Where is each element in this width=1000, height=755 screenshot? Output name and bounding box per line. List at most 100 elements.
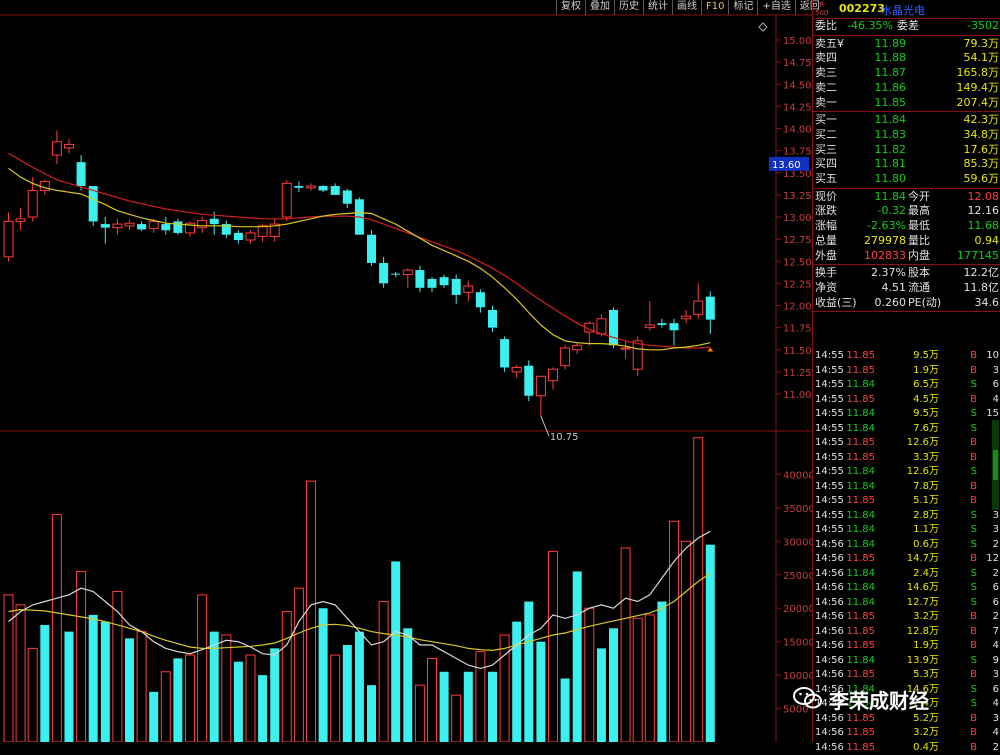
tick-price: 11.84 <box>846 523 875 538</box>
volume-bar <box>621 548 630 742</box>
tick-volume: 9.5万 <box>913 349 939 364</box>
info-value: 11.8亿 <box>964 281 1000 295</box>
tick-time: 14:55 <box>815 393 844 408</box>
tick-side: B <box>970 668 977 683</box>
tick-side: S <box>971 378 977 393</box>
stat-value: -0.32 <box>878 204 906 218</box>
ma-end-marker <box>707 348 713 352</box>
tick-side: B <box>970 364 977 379</box>
tick-price: 11.85 <box>846 393 875 408</box>
tick-time: 14:55 <box>815 422 844 437</box>
tick-price: 11.84 <box>846 465 875 480</box>
buy-label: 买一 <box>815 113 837 127</box>
candle-body <box>379 263 388 283</box>
price-tick-label: 11.75 <box>783 324 812 335</box>
candle-body <box>488 310 497 328</box>
panel-separator <box>813 311 1000 312</box>
tick-time: 14:55 <box>815 364 844 379</box>
sell-label: 卖二 <box>815 81 837 95</box>
panel-separator <box>813 35 1000 36</box>
tick-time: 14:56 <box>815 668 844 683</box>
tick-row: 14:5511.851.9万B3 <box>813 364 1000 379</box>
volume-bar <box>173 658 182 742</box>
candle-body <box>234 233 243 240</box>
tick-volume: 3.3万 <box>913 451 939 466</box>
candle-body <box>258 226 267 237</box>
volume-bar <box>609 628 618 742</box>
buy-row: 买二11.8334.8万 <box>813 128 1000 142</box>
price-tick-label: 12.50 <box>783 257 812 268</box>
tick-volume: 2.4万 <box>913 567 939 582</box>
volume-bar <box>488 672 497 742</box>
tick-price: 11.84 <box>846 378 875 393</box>
tick-side: B <box>970 741 977 755</box>
volume-bar <box>113 592 122 743</box>
info-row: 净资4.51流通11.8亿 <box>813 281 1000 295</box>
tick-row: 14:5511.847.8万B4 <box>813 480 1000 495</box>
price-tick-label: 14.50 <box>783 80 812 91</box>
stat-value: 177145 <box>957 249 999 263</box>
tick-count: 12 <box>986 552 999 567</box>
tick-row: 14:5611.842.4万S2 <box>813 567 1000 582</box>
stat-label: 总量 <box>815 234 837 248</box>
sell-price: 11.85 <box>875 96 907 110</box>
r-badge: R500 <box>815 1 828 17</box>
stat-row: 涨幅-2.63%最低11.68 <box>813 219 1000 233</box>
scrollbar[interactable] <box>992 420 999 510</box>
sell-volume: 207.4万 <box>957 96 1000 110</box>
candle-body <box>319 186 328 190</box>
stat-label: 现价 <box>815 190 837 204</box>
sell-volume: 165.8万 <box>957 66 1000 80</box>
tick-row: 14:5611.853.2万B2 <box>813 610 1000 625</box>
tick-volume: 0.4万 <box>913 741 939 755</box>
webi-value: -46.35% <box>847 19 893 33</box>
tick-price: 11.84 <box>846 596 875 611</box>
tick-volume: 13.9万 <box>907 654 939 669</box>
sell-volume: 79.3万 <box>964 37 1000 51</box>
volume-bar <box>670 521 679 742</box>
candle-body <box>52 142 61 155</box>
volume-bar <box>52 515 61 742</box>
sell-row: 卖五¥11.8979.3万 <box>813 37 1000 51</box>
tick-price: 11.84 <box>846 422 875 437</box>
buy-row: 买一11.8442.3万 <box>813 113 1000 127</box>
volume-bar <box>258 675 267 742</box>
weicha-value: -3502 <box>967 19 999 33</box>
volume-bar <box>282 612 291 742</box>
sell-label: 卖五¥ <box>815 37 844 51</box>
tick-volume: 12.6万 <box>907 465 939 480</box>
tick-count: 6 <box>993 581 999 596</box>
volume-bar <box>40 625 49 742</box>
volume-bar <box>452 695 461 742</box>
tick-count: 4 <box>993 639 999 654</box>
webi-row: 委比-46.35%委差-3502 <box>813 19 1000 33</box>
volume-bar <box>270 648 279 742</box>
candle-body <box>452 279 461 295</box>
tick-count: 3 <box>993 364 999 379</box>
tick-time: 14:55 <box>815 480 844 495</box>
tick-row: 14:5511.8512.6万B4 <box>813 436 1000 451</box>
tick-count: 3 <box>993 712 999 727</box>
volume-bar <box>65 632 74 742</box>
candle-body <box>415 270 424 288</box>
watermark: 李荣成财经 <box>793 682 973 714</box>
tick-time: 14:56 <box>815 581 844 596</box>
tick-price: 11.85 <box>846 552 875 567</box>
candle-body <box>307 186 316 188</box>
tick-price: 11.85 <box>846 494 875 509</box>
volume-bar <box>512 622 521 742</box>
price-tick-label: 12.00 <box>783 302 812 313</box>
tick-volume: 7.6万 <box>913 422 939 437</box>
buy-price: 11.81 <box>875 157 907 171</box>
tick-volume: 6.5万 <box>913 378 939 393</box>
candle-body <box>113 224 122 228</box>
tick-count: 3 <box>993 509 999 524</box>
tick-volume: 4.5万 <box>913 393 939 408</box>
tick-price: 11.84 <box>846 567 875 582</box>
volume-bar <box>645 615 654 742</box>
candle-body <box>343 190 352 203</box>
volume-tick-label: 15000 <box>783 638 812 649</box>
scrollbar-thumb[interactable] <box>993 450 998 480</box>
volume-bar <box>4 595 13 742</box>
stat-label: 内盘 <box>908 249 930 263</box>
